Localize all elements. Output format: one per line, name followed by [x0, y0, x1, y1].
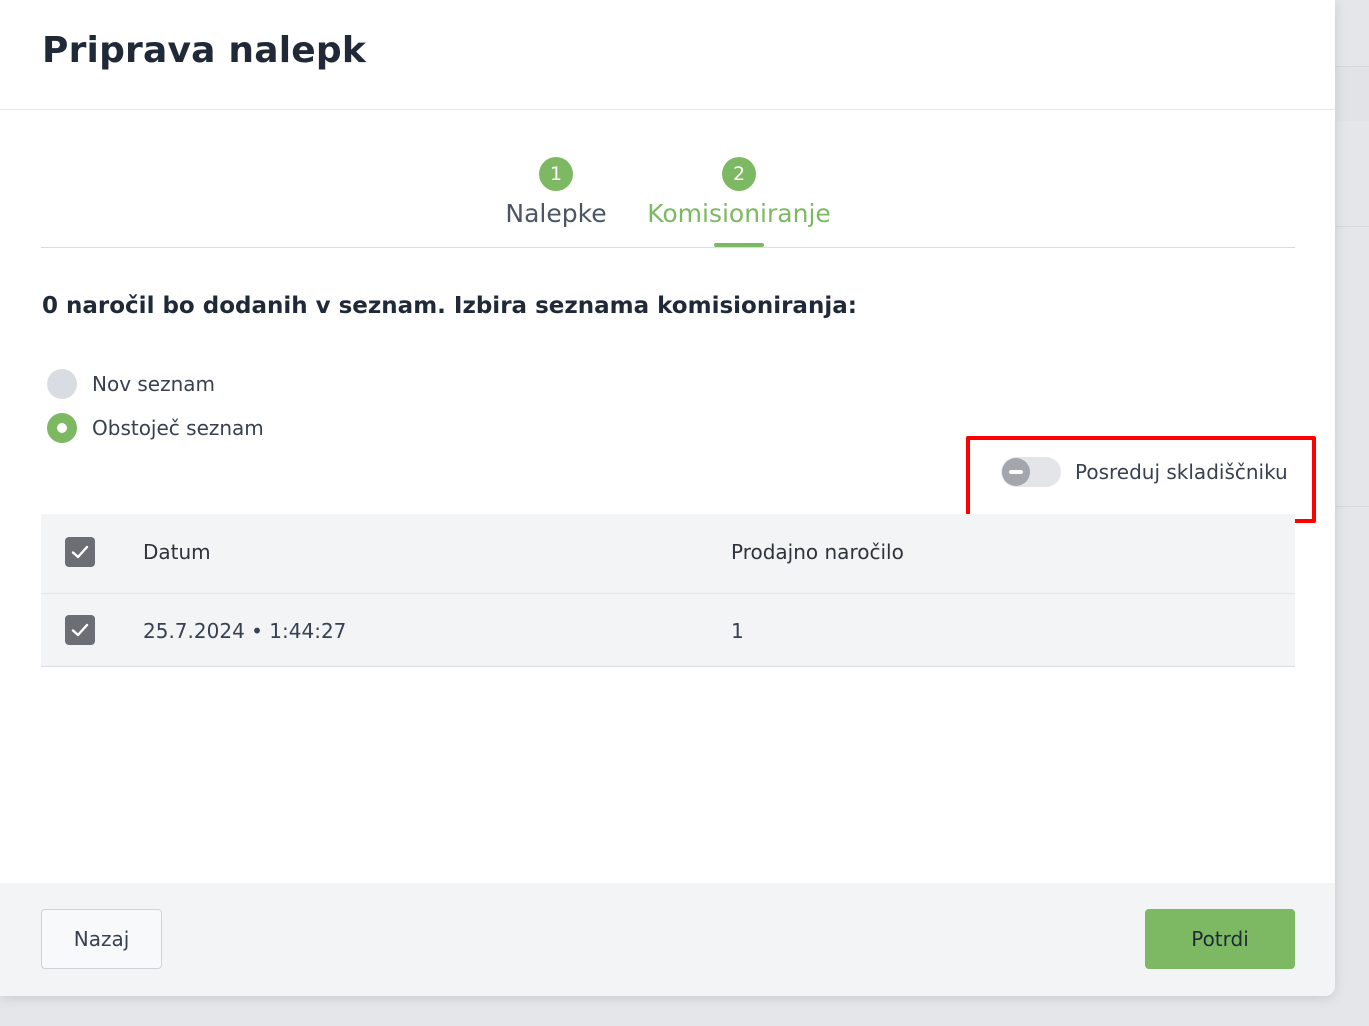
wizard-stepper: 1 Nalepke 2 Komisioniranje	[41, 150, 1295, 248]
confirm-button[interactable]: Potrdi	[1145, 909, 1295, 969]
radio-label: Obstoječ seznam	[92, 416, 264, 440]
row-checkbox[interactable]	[65, 615, 95, 645]
toggle-knob	[1002, 458, 1030, 486]
row-date-cell: 25.7.2024 • 1:44:27	[143, 619, 347, 643]
dialog-footer: Nazaj Potrdi	[0, 883, 1335, 996]
orders-table: Datum Prodajno naročilo 25.7.2024 • 1:44…	[41, 514, 1295, 667]
select-all-checkbox[interactable]	[65, 537, 95, 567]
step-number-badge: 2	[722, 157, 756, 191]
checkmark-icon	[71, 623, 89, 637]
step-number-badge: 1	[539, 157, 573, 191]
forward-to-warehouse-toggle-row[interactable]: Posreduj skladiščniku	[1001, 456, 1288, 488]
background-row	[1335, 226, 1369, 380]
radio-label: Nov seznam	[92, 372, 216, 396]
forward-to-warehouse-toggle[interactable]	[1001, 457, 1061, 487]
step-picking[interactable]: 2 Komisioniranje	[646, 150, 832, 228]
active-step-indicator	[714, 243, 764, 247]
prepare-labels-dialog: Priprava nalepk 1 Nalepke 2 Komisioniran…	[0, 0, 1335, 996]
step-labels[interactable]: 1 Nalepke	[503, 150, 609, 228]
back-button[interactable]: Nazaj	[41, 909, 162, 969]
column-header-sales-order[interactable]: Prodajno naročilo	[731, 540, 904, 564]
table-header: Datum Prodajno naročilo	[41, 514, 1295, 594]
column-header-date[interactable]: Datum	[143, 540, 211, 564]
checkmark-icon	[71, 545, 89, 559]
background-row	[1335, 66, 1369, 121]
background-row	[1335, 506, 1369, 591]
radio-new-list[interactable]: Nov seznam	[47, 368, 215, 400]
dialog-title: Priprava nalepk	[42, 30, 366, 71]
radio-button-checked[interactable]	[47, 413, 77, 443]
dialog-header: Priprava nalepk	[0, 0, 1335, 110]
step-label: Nalepke	[505, 199, 607, 228]
radio-button[interactable]	[47, 369, 77, 399]
instruction-text: 0 naročil bo dodanih v seznam. Izbira se…	[42, 293, 857, 319]
toggle-label: Posreduj skladiščniku	[1075, 460, 1288, 484]
row-order-cell: 1	[731, 619, 744, 643]
table-row[interactable]: 25.7.2024 • 1:44:27 1	[41, 594, 1295, 667]
radio-existing-list[interactable]: Obstoječ seznam	[47, 412, 264, 444]
step-label: Komisioniranje	[647, 199, 831, 228]
